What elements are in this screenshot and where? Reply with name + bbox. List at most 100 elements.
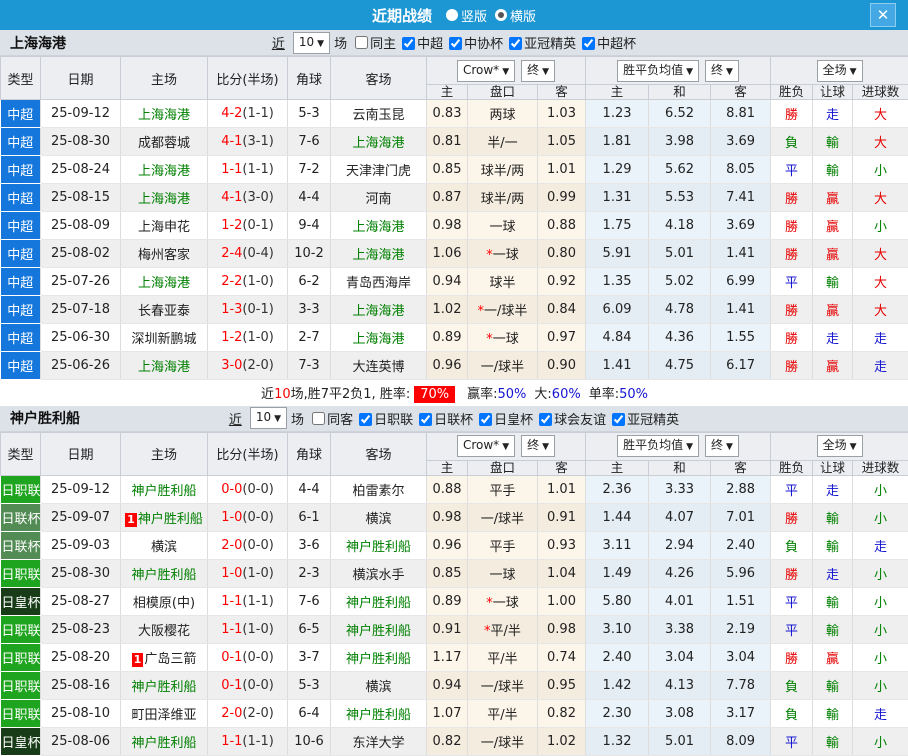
odds-away: 0.97 [538,324,586,352]
league-label: 亚冠精英 [524,37,576,52]
league-checkbox[interactable] [612,413,625,426]
fulltime-score: 2-0 [221,538,242,553]
mean-home: 1.42 [586,671,649,699]
fulltime-score: 0-1 [221,678,242,693]
league-type-badge: 日联杯 [1,531,41,559]
handicap-line: 一/球半 [468,352,538,380]
odds-home: 0.96 [427,352,468,380]
score: 1-0(0-0) [208,503,288,531]
league-checkbox[interactable] [419,413,432,426]
mean-away: 2.19 [711,615,771,643]
result-handicap: 贏 [813,643,853,671]
fulltime-score: 1-2 [221,218,242,233]
sub-column-header: 盘口 [468,85,538,100]
result-goals: 小 [853,587,908,615]
result-goals: 走 [853,352,908,380]
mean-odds-select[interactable]: 胜平负均值▼ [617,60,699,82]
score: 2-0(0-0) [208,531,288,559]
away-team-name: 上海海港 [352,248,404,263]
league-checkbox[interactable] [449,37,462,50]
away-team-name: 神户胜利船 [346,596,411,611]
away-team: 河南 [331,184,427,212]
match-date: 25-06-30 [41,324,121,352]
corner-score: 6-4 [288,699,331,727]
scope-select[interactable]: 全场▼ [817,60,863,82]
handicap-text: 平手 [489,484,515,499]
result-handicap: 輸 [813,531,853,559]
halftime-score: (0-1) [242,302,273,317]
result-goals: 小 [853,615,908,643]
match-date: 25-08-24 [41,156,121,184]
home-team: 梅州客家 [121,240,208,268]
league-checkbox[interactable] [539,413,552,426]
halftime-score: (1-0) [242,566,273,581]
mean-away: 8.05 [711,156,771,184]
match-section: 神户胜利船近10▼场同客日职联日联杯日皇杯球会友谊亚冠精英类型日期主场比分(半场… [0,406,908,756]
mean-away: 1.51 [711,587,771,615]
away-team-name: 河南 [365,192,391,207]
layout-radio-vertical[interactable]: 竖版 [446,6,487,25]
table-row: 中超25-08-09上海申花1-2(0-1)9-4上海海港0.98一球0.881… [1,212,908,240]
mean-draw: 3.33 [649,475,711,503]
league-checkbox[interactable] [509,37,522,50]
result-wdl: 勝 [771,352,813,380]
league-checkbox[interactable] [359,413,372,426]
result-handicap: 贏 [813,212,853,240]
games-count-select[interactable]: 10▼ [293,32,330,54]
fulltime-score: 3-0 [221,358,242,373]
result-handicap: 贏 [813,352,853,380]
mean-group-header: 胜平负均值▼ 终▼ [586,57,771,85]
mean-home: 1.41 [586,352,649,380]
same-venue-checkbox[interactable] [312,412,325,425]
mean-final-select[interactable]: 终▼ [705,60,739,82]
mean-odds-select[interactable]: 胜平负均值▼ [617,435,699,457]
halftime-score: (3-1) [242,134,273,149]
result-wdl: 負 [771,531,813,559]
games-count-select[interactable]: 10▼ [250,407,287,429]
away-team-name: 上海海港 [352,136,404,151]
league-checkbox[interactable] [479,413,492,426]
odds-source-select[interactable]: Crow*▼ [457,60,515,82]
halftime-score: (1-0) [242,330,273,345]
recent-count-link[interactable]: 近 [229,409,242,428]
handicap-text: 一球 [493,332,519,347]
mean-home: 1.81 [586,128,649,156]
mean-final-select[interactable]: 终▼ [705,435,739,457]
away-team-name: 天津津门虎 [346,164,411,179]
mean-draw: 3.04 [649,643,711,671]
handicap-line: 球半/两 [468,184,538,212]
handicap-line: *一球 [468,240,538,268]
away-team: 神户胜利船 [331,643,427,671]
summary-stat-label: 大: [534,387,551,402]
scope-select[interactable]: 全场▼ [817,435,863,457]
close-icon[interactable]: ✕ [870,3,896,27]
mean-draw: 2.94 [649,531,711,559]
fulltime-score: 4-1 [221,190,242,205]
sub-column-header: 主 [427,85,468,100]
recent-count-link[interactable]: 近 [272,33,285,52]
league-checkbox[interactable] [402,37,415,50]
odds-final-select[interactable]: 终▼ [521,60,555,82]
handicap-line: 平/半 [468,643,538,671]
same-venue-checkbox[interactable] [355,36,368,49]
match-date: 25-09-12 [41,475,121,503]
home-team: 神户胜利船 [121,559,208,587]
fulltime-score: 0-1 [221,650,242,665]
league-checkbox[interactable] [582,37,595,50]
handicap-line: 平手 [468,531,538,559]
league-filter: 中超杯 [576,33,636,52]
mean-draw: 5.01 [649,240,711,268]
home-team-name: 神户胜利船 [131,568,196,583]
odds-source-select[interactable]: Crow*▼ [457,435,515,457]
column-header: 主场 [121,432,208,475]
match-date: 25-08-02 [41,240,121,268]
league-filter: 球会友谊 [533,409,606,428]
handicap-text: 一/球半 [484,304,527,319]
mean-home: 1.23 [586,100,649,128]
corner-score: 2-7 [288,324,331,352]
layout-radio-horizontal[interactable]: 横版 [495,6,536,25]
table-row: 日职联25-08-23大阪樱花1-1(1-0)6-5神户胜利船0.91*平/半0… [1,615,908,643]
halftime-score: (0-4) [242,246,273,261]
league-filter: 日皇杯 [473,409,533,428]
odds-final-select[interactable]: 终▼ [521,435,555,457]
